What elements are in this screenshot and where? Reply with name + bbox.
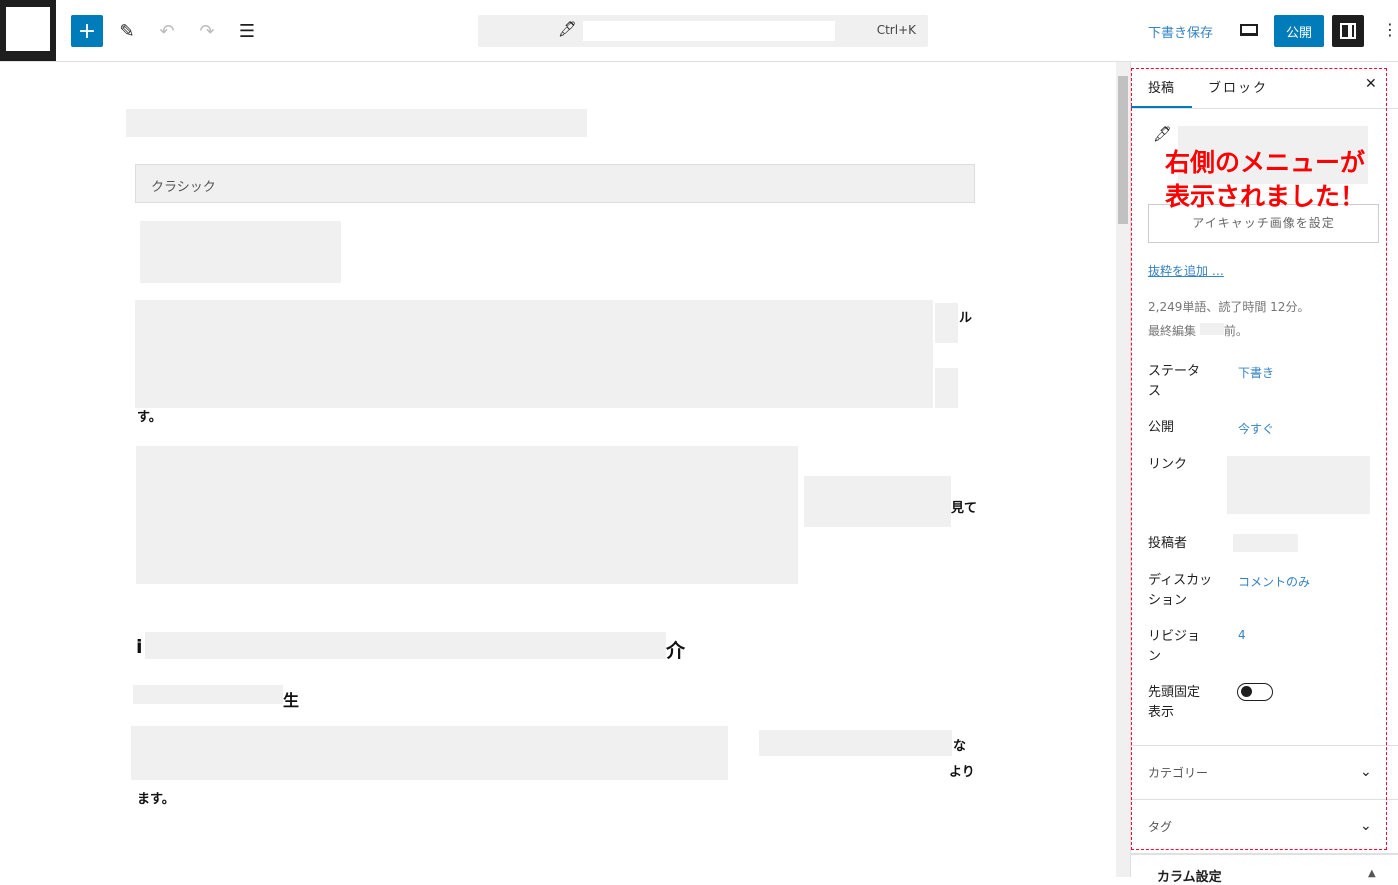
status-label: ステータス bbox=[1148, 364, 1201, 399]
subheading-fragment: 生 bbox=[283, 691, 300, 710]
editor-scrollbar[interactable] bbox=[1116, 62, 1130, 877]
redacted-block bbox=[135, 300, 933, 408]
redo-icon[interactable]: ↷ bbox=[191, 15, 223, 47]
word-count: 2,249単語、読了時間 12分。 bbox=[1148, 300, 1310, 314]
redacted-heading bbox=[145, 632, 666, 659]
heading-fragment: i bbox=[136, 636, 143, 658]
shortcut-label: Ctrl+K bbox=[876, 23, 916, 37]
chevron-down-icon[interactable]: ⌄ bbox=[1360, 818, 1372, 834]
chevron-down-icon[interactable]: ⌄ bbox=[1360, 764, 1372, 780]
add-block-button[interactable]: + bbox=[71, 15, 103, 47]
pen-tool-icon[interactable]: ✎ bbox=[111, 15, 143, 47]
text-fragment: 見て bbox=[951, 501, 978, 516]
settings-toggle-button[interactable] bbox=[1332, 15, 1364, 47]
redacted-block bbox=[935, 368, 958, 408]
site-logo-button[interactable] bbox=[0, 0, 56, 61]
author-value-redacted[interactable] bbox=[1233, 534, 1298, 552]
redacted-block bbox=[131, 726, 728, 780]
publish-button[interactable]: 公開 bbox=[1274, 15, 1324, 47]
text-fragment: より bbox=[949, 765, 975, 780]
text-fragment: ます。 bbox=[137, 792, 175, 807]
chevron-up-icon[interactable]: ▲ bbox=[1368, 868, 1376, 879]
preview-icon[interactable] bbox=[1240, 24, 1258, 36]
text-fragment: ル bbox=[959, 311, 973, 326]
classic-label: クラシック bbox=[151, 180, 216, 195]
link-value-redacted[interactable] bbox=[1227, 456, 1370, 514]
tag-panel-toggle[interactable]: タグ bbox=[1148, 818, 1172, 835]
redacted-block bbox=[935, 303, 958, 343]
discussion-label: ディスカッション bbox=[1148, 573, 1213, 608]
tab-block[interactable]: ブロック bbox=[1208, 77, 1268, 96]
undo-icon[interactable]: ↶ bbox=[151, 15, 183, 47]
text-fragment: な bbox=[953, 739, 967, 754]
discussion-value[interactable]: コメントのみ bbox=[1238, 573, 1310, 590]
close-icon[interactable]: ✕ bbox=[1365, 76, 1377, 92]
redacted-block bbox=[140, 221, 341, 283]
status-value[interactable]: 下書き bbox=[1238, 364, 1274, 381]
feather-icon: 🖋 bbox=[1153, 125, 1173, 143]
sticky-toggle[interactable] bbox=[1237, 683, 1273, 701]
revisions-label: リビジョン bbox=[1148, 629, 1201, 664]
sticky-label: 先頭固定表示 bbox=[1148, 685, 1201, 720]
revisions-value[interactable]: 4 bbox=[1238, 628, 1246, 642]
redacted-block bbox=[136, 446, 798, 584]
link-label: リンク bbox=[1148, 457, 1188, 472]
column-settings-panel-toggle[interactable]: カラム設定 bbox=[1157, 866, 1222, 885]
last-edited: 最終編集 前。 bbox=[1148, 323, 1248, 338]
redacted-block bbox=[759, 730, 952, 756]
author-label: 投稿者 bbox=[1148, 536, 1188, 551]
publish-value[interactable]: 今すぐ bbox=[1238, 420, 1274, 437]
annotation-text: 右側のメニューが 表示されました！ bbox=[1165, 148, 1366, 211]
redacted-subheading bbox=[133, 685, 283, 704]
command-palette-button[interactable]: 🖋 Ctrl+K bbox=[478, 15, 928, 47]
feather-icon: 🖋 bbox=[558, 20, 578, 38]
title-redacted[interactable] bbox=[126, 109, 587, 137]
post-title-redacted bbox=[583, 21, 835, 41]
redacted-block bbox=[804, 476, 951, 527]
add-excerpt-link[interactable]: 抜粋を追加 … bbox=[1148, 262, 1224, 279]
heading-fragment: 介 bbox=[666, 640, 686, 662]
save-draft-button[interactable]: 下書き保存 bbox=[1148, 22, 1213, 41]
list-view-icon[interactable]: ☰ bbox=[231, 15, 263, 47]
sidebar-icon bbox=[1340, 23, 1356, 39]
publish-label: 公開 bbox=[1148, 420, 1175, 435]
tab-post[interactable]: 投稿 bbox=[1148, 77, 1174, 96]
more-options-icon[interactable]: ⋮ bbox=[1382, 20, 1398, 39]
text-fragment: す。 bbox=[137, 410, 162, 425]
category-panel-toggle[interactable]: カテゴリー bbox=[1148, 764, 1208, 781]
classic-block-toolbar[interactable]: クラシック bbox=[135, 164, 975, 203]
